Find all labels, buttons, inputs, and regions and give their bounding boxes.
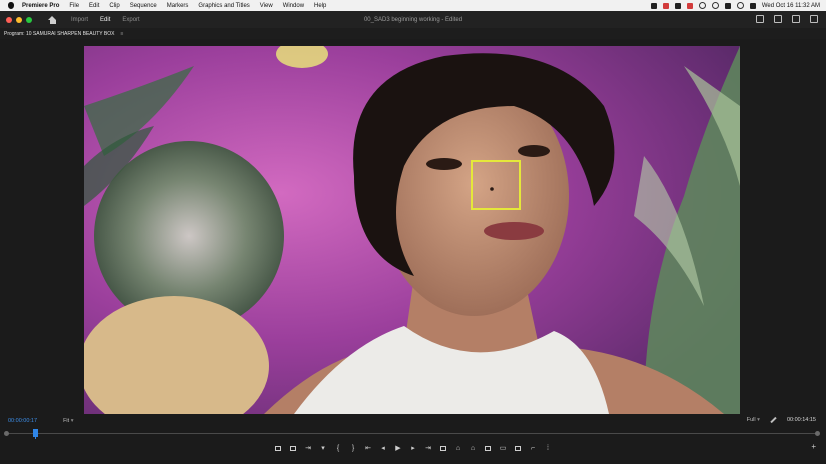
search-icon[interactable] <box>736 2 744 9</box>
menu-clip[interactable]: Clip <box>109 3 119 9</box>
scrubber-track <box>6 433 818 434</box>
zoom-select[interactable]: Fit <box>63 418 73 424</box>
record-icon[interactable] <box>662 2 669 9</box>
go-to-out-icon[interactable]: ⇥ <box>424 444 432 452</box>
fullscreen-icon[interactable] <box>810 15 818 23</box>
play-circle-icon[interactable] <box>711 2 719 9</box>
menu-markers[interactable]: Markers <box>167 3 189 9</box>
pdf-icon[interactable] <box>674 2 681 9</box>
multicam-icon[interactable]: ⁞ <box>544 444 552 452</box>
timecode-row: 00:00:00:17 Fit Full 00:00:14:15 <box>0 416 826 426</box>
tab-export[interactable]: Export <box>122 17 139 23</box>
out-point-icon[interactable]: } <box>349 444 357 452</box>
export-frame-icon[interactable] <box>514 444 522 452</box>
play-icon[interactable]: ▶ <box>394 444 402 452</box>
menu-file[interactable]: File <box>69 3 79 9</box>
close-window-button[interactable] <box>6 16 12 23</box>
proxy-icon[interactable]: ⌐ <box>529 444 537 452</box>
step-forward-icon[interactable]: ▸ <box>409 444 417 452</box>
adobe-icon[interactable] <box>686 2 693 9</box>
vr-icon[interactable] <box>484 444 492 452</box>
menu-help[interactable]: Help <box>314 3 326 9</box>
workspace-tabs: Import Edit Export <box>71 17 140 23</box>
compare-icon[interactable]: ▭ <box>499 444 507 452</box>
extract-icon[interactable]: ⇥ <box>304 444 312 452</box>
playhead[interactable] <box>33 429 39 439</box>
menu-graphics-and-titles[interactable]: Graphics and Titles <box>198 3 249 9</box>
focus-box <box>471 160 521 210</box>
sync-icon[interactable] <box>698 2 706 9</box>
menu-view[interactable]: View <box>260 3 273 9</box>
settings-wrench-icon[interactable] <box>770 416 777 424</box>
menu-bar-clock[interactable]: Wed Oct 16 11:32 AM <box>762 3 820 9</box>
program-monitor-label[interactable]: Program: 10 SAMURAI SHARPEN BEAUTY BOX <box>4 31 115 37</box>
zoom-window-button[interactable] <box>26 16 32 23</box>
program-panel-tab: Program: 10 SAMURAI SHARPEN BEAUTY BOX ≡ <box>0 28 826 39</box>
loop-icon[interactable] <box>439 444 447 452</box>
panel-menu-icon[interactable]: ≡ <box>121 31 124 37</box>
resolution-select[interactable]: Full <box>747 417 760 423</box>
transport-controls: ⇥ ▾ { } ⇤ ◂ ▶ ▸ ⇥ ⌂ ⌂ ▭ ⌐ ⁞ <box>0 442 826 454</box>
tab-edit[interactable]: Edit <box>100 17 110 23</box>
lift-icon[interactable] <box>289 444 297 452</box>
minimize-window-button[interactable] <box>16 16 22 23</box>
tab-import[interactable]: Import <box>71 17 88 23</box>
header-icons <box>756 15 818 23</box>
button-editor-icon[interactable]: + <box>811 442 816 451</box>
macos-menu-bar: Premiere Pro File Edit Clip Sequence Mar… <box>0 0 826 11</box>
wifi-icon[interactable] <box>724 2 731 9</box>
right-timecode-group: Full 00:00:14:15 <box>747 416 816 424</box>
share-icon[interactable] <box>774 15 782 23</box>
safe-margins-icon[interactable]: ⌂ <box>454 444 462 452</box>
window-controls <box>6 16 32 23</box>
dropbox-icon[interactable] <box>650 2 657 9</box>
time-ruler-scrubber[interactable] <box>4 429 820 439</box>
go-to-in-icon[interactable]: ⇤ <box>364 444 372 452</box>
app-header: Import Edit Export 00_SAD3 beginning wor… <box>0 11 826 28</box>
step-back-icon[interactable]: ◂ <box>379 444 387 452</box>
status-area: Wed Oct 16 11:32 AM <box>650 0 820 11</box>
video-frame-image <box>84 46 740 414</box>
home-icon[interactable] <box>48 15 57 24</box>
scrubber-end-handle[interactable] <box>815 431 820 436</box>
menu-sequence[interactable]: Sequence <box>130 3 157 9</box>
current-timecode[interactable]: 00:00:00:17 <box>8 418 37 424</box>
in-point-icon[interactable]: { <box>334 444 342 452</box>
duration-timecode: 00:00:14:15 <box>786 417 816 423</box>
scrubber-start-handle[interactable] <box>4 431 9 436</box>
menu-edit[interactable]: Edit <box>89 3 99 9</box>
apple-icon[interactable] <box>8 2 14 9</box>
workspaces-icon[interactable] <box>792 15 800 23</box>
app-menu[interactable]: Premiere Pro <box>22 3 59 9</box>
control-center-icon[interactable] <box>749 2 756 9</box>
insert-icon[interactable] <box>274 444 282 452</box>
quick-export-icon[interactable] <box>756 15 764 23</box>
marker-icon[interactable]: ▾ <box>319 444 327 452</box>
overlay-icon[interactable]: ⌂ <box>469 444 477 452</box>
program-monitor-video[interactable] <box>84 46 740 414</box>
menu-window[interactable]: Window <box>283 3 304 9</box>
